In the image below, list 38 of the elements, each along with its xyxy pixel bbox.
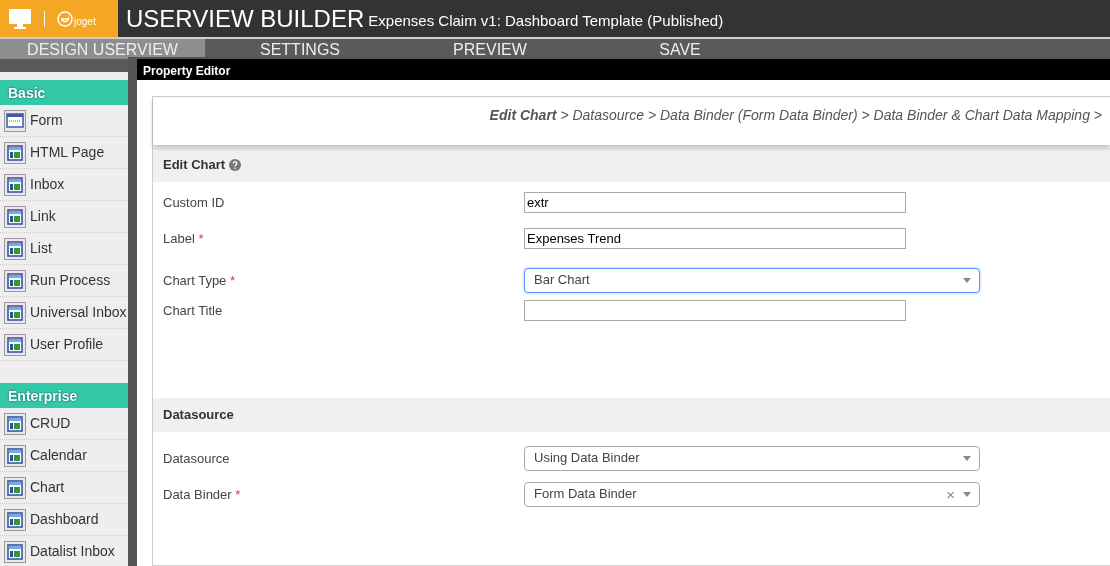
text-field[interactable] xyxy=(524,300,906,321)
field-label: Label * xyxy=(163,230,205,248)
field-label: Datasource xyxy=(163,449,231,468)
select-field[interactable]: Form Data Binder × xyxy=(524,481,980,507)
joget-logo: joget xyxy=(57,10,96,27)
field-label: Data Binder * xyxy=(163,485,242,504)
clear-button[interactable]: × xyxy=(946,486,955,502)
breadcrumb: Edit Chart > Datasource > Data Binder (Form Data Binder) > Data Binder & Chart Data Mapping > xyxy=(153,97,1110,145)
text-field[interactable]: Expenses Trend xyxy=(524,228,906,249)
select-field[interactable]: Using Data Binder xyxy=(524,445,980,471)
dialog-title: Property Editor xyxy=(137,59,1110,80)
page-icon xyxy=(4,540,26,563)
page-icon xyxy=(4,476,26,499)
text-field[interactable]: extr xyxy=(524,192,906,213)
page-icon xyxy=(4,333,26,356)
monitor-icon xyxy=(8,7,32,30)
field-label: Chart Type * xyxy=(163,271,237,290)
page-icon xyxy=(4,205,26,228)
caret-icon xyxy=(963,455,971,461)
section-title: Edit Chart xyxy=(163,156,226,175)
form-icon xyxy=(4,109,26,132)
page-icon xyxy=(4,173,26,196)
select-field[interactable]: Bar Chart xyxy=(524,267,980,293)
field-label: Custom ID xyxy=(163,194,226,212)
page-icon xyxy=(4,444,26,467)
help-icon[interactable] xyxy=(229,159,242,171)
page-icon xyxy=(4,141,26,164)
page-icon xyxy=(4,237,26,260)
page-icon xyxy=(4,508,26,531)
page-icon xyxy=(4,301,26,324)
caret-icon xyxy=(963,277,971,283)
app-title: USERVIEW BUILDER xyxy=(126,6,365,31)
field-label: Chart Title xyxy=(163,302,224,320)
caret-icon xyxy=(963,491,971,497)
section-title: Datasource xyxy=(163,406,234,425)
app-subtitle: Expenses Claim v1: Dashboard Template (Published) xyxy=(368,11,724,32)
page-icon xyxy=(4,269,26,292)
page-icon xyxy=(4,412,26,435)
